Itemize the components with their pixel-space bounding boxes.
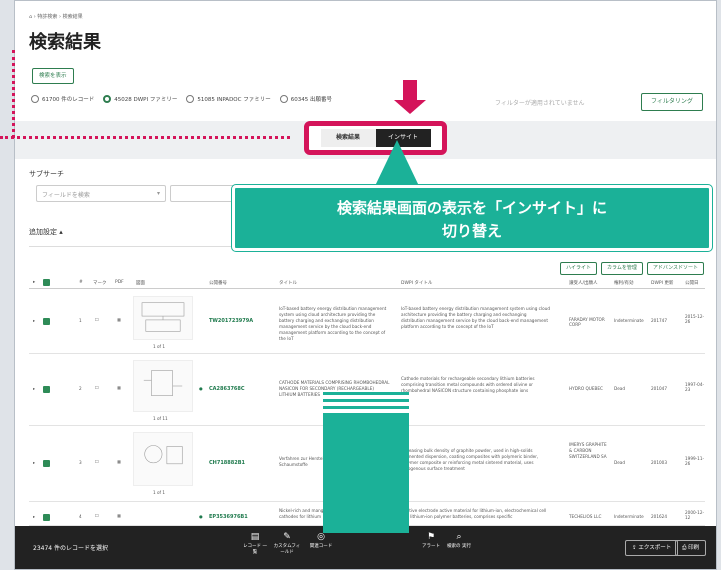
- export-button[interactable]: ⇪ エクスポート: [625, 540, 679, 556]
- manage-columns-button[interactable]: カラムを管理: [600, 262, 643, 275]
- mark-icon[interactable]: ☐: [95, 513, 99, 518]
- export-icon: ⇪: [632, 545, 637, 551]
- scroll-indicator-overlay: [323, 392, 409, 533]
- ip-icon: ⚑: [426, 532, 436, 542]
- family-icon[interactable]: ●: [199, 514, 203, 519]
- table-toolbar: ハイライト カラムを管理 アドバンスドソート: [560, 262, 704, 275]
- print-icon: ⎙: [682, 545, 687, 551]
- table-row[interactable]: ▸ 1 ☐ ▦ 1 of 1 TW201723979A IoT-based ba…: [29, 290, 705, 354]
- record-view-button[interactable]: ▤ レコード 一覧: [241, 532, 269, 555]
- breadcrumb-item[interactable]: 特許検索: [37, 14, 57, 20]
- radio-icon[interactable]: [186, 95, 195, 103]
- subsearch-label: サブサーチ: [29, 170, 64, 178]
- tab-results[interactable]: 検索結果: [320, 129, 376, 147]
- home-icon[interactable]: ⌂: [29, 14, 32, 20]
- mark-icon[interactable]: ☐: [95, 317, 99, 322]
- select-all-checkbox[interactable]: [43, 279, 50, 286]
- expand-row-icon[interactable]: ▸: [33, 318, 35, 323]
- search-exec-button[interactable]: ⌕ 検索の 実行: [445, 532, 473, 549]
- custom-field-icon: ✎: [283, 532, 291, 542]
- row-checkbox[interactable]: [43, 514, 50, 521]
- filter-button[interactable]: フィルタリング: [641, 93, 703, 111]
- table-header: ▸ # マーク PDF 図面 公開番号 タイトル DWPI タイトル 譲受人/出…: [29, 277, 705, 289]
- pdf-icon[interactable]: ▦: [117, 513, 121, 518]
- mark-icon[interactable]: ☐: [95, 385, 99, 390]
- callout-pointer: [375, 140, 419, 186]
- scope-radio[interactable]: 61700 件のレコード: [31, 95, 94, 103]
- filter-status: フィルターが適用されていません: [495, 100, 585, 107]
- family-icon[interactable]: ●: [199, 386, 203, 391]
- pdf-icon[interactable]: ▦: [117, 317, 121, 322]
- additional-settings-toggle[interactable]: 追加設定 ▴: [29, 227, 63, 237]
- record-view-icon: ▤: [250, 532, 260, 542]
- publication-number-link[interactable]: CH718882B1: [209, 460, 245, 466]
- selected-count: 23474 件のレコードを選択: [33, 545, 108, 552]
- field-search-select[interactable]: フィールドを検索 ▾: [36, 185, 166, 202]
- pdf-icon[interactable]: ▦: [117, 385, 121, 390]
- annotation-callout: 検索結果画面の表示を「インサイト」に 切り替え: [232, 185, 712, 251]
- row-checkbox[interactable]: [43, 386, 50, 393]
- annotation-dotted-line: [0, 136, 290, 139]
- mark-icon[interactable]: ☐: [95, 459, 99, 464]
- row-checkbox[interactable]: [43, 460, 50, 467]
- publication-number-link[interactable]: TW201723979A: [209, 318, 253, 324]
- pdf-icon[interactable]: ▦: [117, 459, 121, 464]
- search-exec-icon: ⌕: [456, 532, 462, 542]
- annotation-arrow: [403, 80, 417, 102]
- alert-button[interactable]: ⚑ アラート: [417, 532, 445, 549]
- drawing-thumbnail[interactable]: [133, 360, 193, 412]
- highlight-button[interactable]: ハイライト: [560, 262, 597, 275]
- breadcrumb: ⌂ › 特許検索 › 検索結果: [29, 14, 83, 20]
- publication-number-link[interactable]: EP3536976B1: [209, 514, 248, 520]
- page-title: 検索結果: [29, 32, 101, 53]
- scope-radio[interactable]: 60345 出願番号: [279, 95, 332, 103]
- chevron-up-icon: ▴: [59, 228, 63, 236]
- radio-icon[interactable]: [31, 95, 39, 103]
- print-button[interactable]: ⎙ 印刷: [675, 540, 707, 556]
- related-code-button[interactable]: ◎ 関連コード: [307, 532, 335, 549]
- row-checkbox[interactable]: [43, 318, 50, 325]
- radio-icon[interactable]: [279, 95, 288, 103]
- result-scope-radios: 61700 件のレコード 45028 DWPI ファミリー 51085 INPA…: [31, 95, 332, 103]
- scope-radio[interactable]: 45028 DWPI ファミリー: [103, 95, 177, 103]
- breadcrumb-item: 検索結果: [62, 14, 83, 20]
- expand-row-icon[interactable]: ▸: [33, 460, 35, 465]
- scope-radio[interactable]: 51085 INPADOC ファミリー: [186, 95, 271, 103]
- publication-number-link[interactable]: CA2863768C: [209, 386, 245, 392]
- drawing-thumbnail[interactable]: [133, 296, 193, 340]
- radio-icon[interactable]: [103, 95, 112, 103]
- down-arrow-icon: [394, 100, 426, 114]
- annotation-dotted-line: [12, 50, 15, 138]
- expand-all-icon[interactable]: ▸: [33, 280, 35, 285]
- chevron-down-icon: ▾: [156, 190, 160, 197]
- expand-row-icon[interactable]: ▸: [33, 514, 35, 519]
- show-search-button[interactable]: 検索を表示: [32, 68, 74, 84]
- advanced-sort-button[interactable]: アドバンスドソート: [646, 262, 704, 275]
- drawing-thumbnail[interactable]: [133, 432, 193, 486]
- custom-field-button[interactable]: ✎ カスタムフィールド: [273, 532, 301, 555]
- expand-row-icon[interactable]: ▸: [33, 386, 35, 391]
- related-icon: ◎: [317, 532, 325, 542]
